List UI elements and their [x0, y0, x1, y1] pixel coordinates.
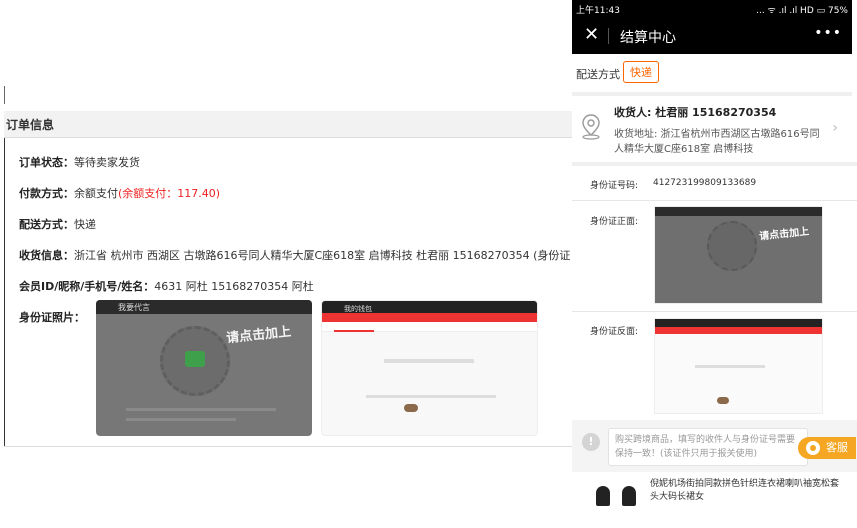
payment-amount: (余额支付：117.40)	[118, 187, 221, 200]
order-status-value: 等待卖家发货	[74, 156, 140, 169]
more-icon[interactable]: •••	[814, 25, 842, 41]
location-pin-icon	[582, 114, 600, 140]
address-card[interactable]: 收货人: 杜君丽 15168270354 收货地址: 浙江省杭州市西湖区古墩路6…	[572, 96, 852, 162]
consignee-text: 收货人: 杜君丽 15168270354	[614, 106, 777, 119]
order-info-title: 订单信息	[6, 118, 55, 132]
shipping-value: 快递	[74, 218, 96, 231]
qr-center-graphic	[185, 351, 205, 367]
receiver-label: 收货信息：	[19, 249, 74, 262]
thumbnail-topbar: 我要代言	[96, 300, 312, 314]
notice-text: 购买跨境商品，填写的收件人与身份证号需要保持一致！(该证件只用于报关使用)	[608, 428, 808, 466]
qr-circle-graphic	[707, 221, 757, 271]
id-photo-back-thumbnail[interactable]: 我的钱包	[321, 300, 538, 436]
product-title: 倪妮机场街拍同款拼色针织连衣裙喇叭袖宽松套头大码长裙女	[650, 479, 840, 500]
close-icon[interactable]: ✕	[584, 25, 599, 45]
chevron-right-icon: ›	[832, 120, 838, 136]
divider	[572, 200, 857, 201]
thumbnail-text-line	[695, 365, 765, 368]
product-row[interactable]: 倪妮机场街拍同款拼色针织连衣裙喇叭袖宽松套头大码长裙女	[572, 472, 857, 528]
id-front-image[interactable]: 请点击加上	[654, 206, 823, 304]
id-photo-front-thumbnail[interactable]: 我要代言 请点击加上	[96, 300, 312, 436]
thumbnail-redbar	[322, 313, 537, 322]
thumbnail-tabs	[322, 322, 537, 332]
payment-label: 付款方式：	[19, 187, 74, 200]
thumbnail-topbar	[655, 319, 822, 327]
nav-bar: ✕ 结算中心 •••	[572, 18, 852, 54]
id-back-image[interactable]	[654, 318, 823, 414]
thumbnail-logo-graphic	[717, 397, 729, 404]
shipping-method-label: 配送方式	[576, 68, 620, 81]
member-label: 会员ID/昵称/手机号/姓名：	[19, 280, 155, 293]
thumbnail-redbar	[655, 327, 822, 334]
payment-row: 付款方式：余额支付(余额支付：117.40)	[19, 186, 220, 202]
payment-value: 余额支付	[74, 187, 118, 200]
shipping-row: 配送方式：快递	[19, 217, 96, 233]
address-text: 收货地址: 浙江省杭州市西湖区古墩路616号同人精华大厦C座618室 启博科技	[614, 129, 820, 155]
order-panel-bottom-border	[4, 446, 572, 447]
shipping-method-tag[interactable]: 快递	[623, 61, 659, 83]
thumbnail-text-line	[366, 395, 496, 398]
order-status-row: 订单状态：等待卖家发货	[19, 155, 140, 171]
thumbnail-title: 我的钱包	[344, 305, 372, 313]
left-edge-mark	[4, 86, 5, 104]
thumbnail-text-line	[126, 418, 236, 421]
info-icon: !	[582, 433, 600, 451]
id-number-value: 412723199809133689	[653, 178, 757, 188]
product-figure-graphic	[622, 486, 636, 506]
status-time: 上午11:43	[576, 6, 620, 16]
receiver-row: 收货信息：浙江省 杭州市 西湖区 古墩路616号同人精华大厦C座618室 启博科…	[19, 248, 570, 264]
thumbnail-title: 我要代言	[118, 303, 150, 312]
thumbnail-text-line	[384, 359, 474, 363]
thumbnail-topbar: 我的钱包	[322, 301, 537, 313]
divider	[572, 311, 857, 312]
qr-circle-graphic	[160, 326, 230, 396]
status-bar: 上午11:43 ... ᯤ .ıl .ıl HD ▭ 75%	[572, 0, 852, 18]
thumbnail-topbar	[655, 207, 822, 216]
nav-title: 结算中心	[620, 30, 676, 46]
id-back-label: 身份证反面:	[590, 327, 639, 337]
thumbnail-tab-indicator	[334, 330, 374, 332]
id-section: 身份证号码: 412723199809133689 身份证正面: 请点击加上 身…	[572, 166, 857, 420]
id-front-label: 身份证正面:	[590, 217, 639, 227]
thumbnail-text-line	[126, 408, 276, 411]
order-status-label: 订单状态：	[19, 156, 74, 169]
customer-service-button[interactable]: 客服	[798, 437, 856, 459]
id-photo-row: 身份证照片：	[19, 310, 85, 326]
product-figure-graphic	[596, 486, 610, 506]
thumbnail-banner: 请点击加上	[758, 226, 810, 243]
mobile-checkout-screenshot: 上午11:43 ... ᯤ .ıl .ıl HD ▭ 75% ✕ 结算中心 ••…	[572, 0, 857, 528]
thumbnail-logo-graphic	[404, 404, 418, 412]
headset-icon	[806, 441, 820, 455]
receiver-value: 浙江省 杭州市 西湖区 古墩路616号同人精华大厦C座618室 启博科技 杜君丽…	[74, 249, 571, 262]
member-value: 4631 阿杜 15168270354 阿杜	[154, 280, 314, 293]
thumbnail-banner: 请点击加上	[225, 324, 292, 347]
product-thumbnail	[580, 480, 640, 520]
customer-service-label: 客服	[826, 441, 848, 454]
order-info-header: 订单信息	[4, 111, 572, 138]
status-indicators: ... ᯤ .ıl .ıl HD ▭ 75%	[756, 6, 848, 16]
member-row: 会员ID/昵称/手机号/姓名：4631 阿杜 15168270354 阿杜	[19, 279, 314, 295]
nav-divider	[608, 28, 609, 44]
shipping-label: 配送方式：	[19, 218, 74, 231]
shipping-method-row: 配送方式 快递	[572, 54, 852, 92]
id-number-label: 身份证号码:	[590, 181, 639, 191]
order-info-panel: 订单状态：等待卖家发货 付款方式：余额支付(余额支付：117.40) 配送方式：…	[4, 138, 572, 446]
id-photo-label: 身份证照片：	[19, 311, 85, 324]
